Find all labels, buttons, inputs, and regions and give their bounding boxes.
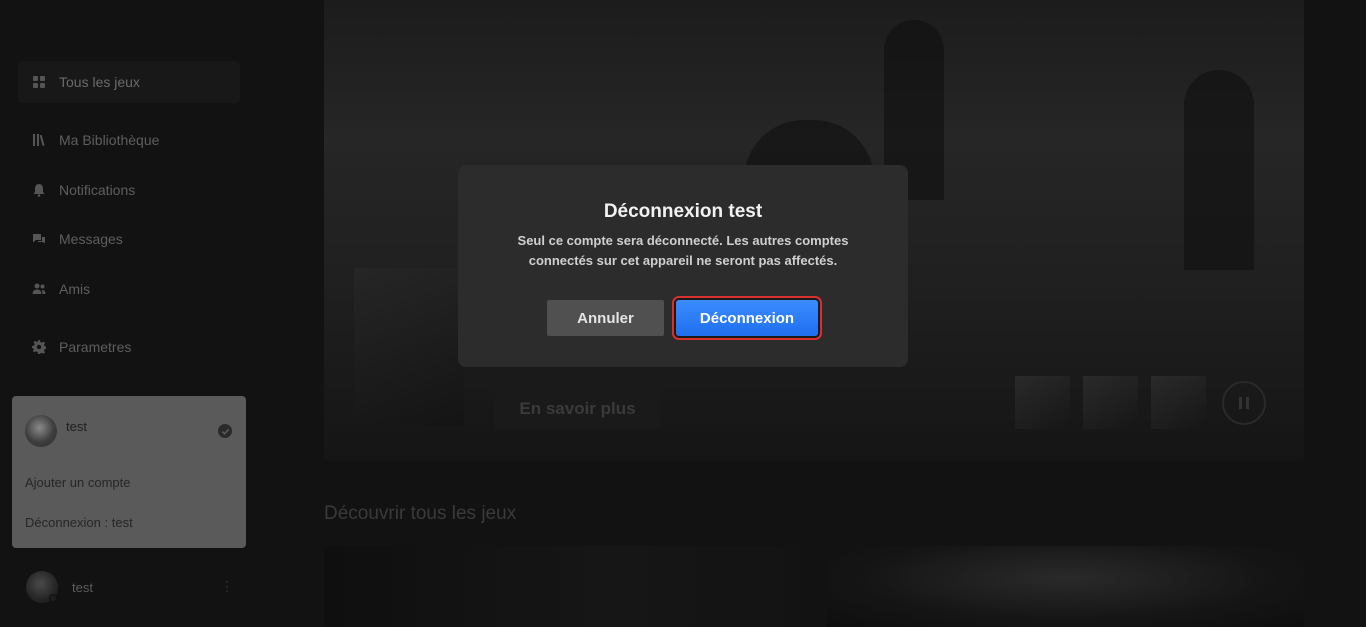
app-window: Tous les jeux Ma Bibliothèque Notificati… <box>0 0 1366 627</box>
grid-icon <box>31 74 47 90</box>
sidebar-item-all-games[interactable]: Tous les jeux <box>18 61 240 103</box>
sidebar-item-settings[interactable]: Parametres <box>18 326 240 368</box>
more-options-icon[interactable]: ⋮ <box>220 579 234 593</box>
current-user[interactable]: test ⋮ <box>26 571 236 605</box>
sidebar-item-label: Amis <box>59 281 91 297</box>
logout-button[interactable]: Déconnexion <box>676 300 818 336</box>
chat-icon <box>31 231 47 247</box>
logout-dialog: Déconnexion test Seul ce compte sera déc… <box>458 165 908 367</box>
check-icon <box>218 424 232 438</box>
sidebar-item-friends[interactable]: Amis <box>18 268 240 310</box>
learn-more-button[interactable]: En savoir plus <box>495 389 660 429</box>
sidebar-item-label: Tous les jeux <box>59 74 140 90</box>
dialog-message: Seul ce compte sera déconnecté. Les autr… <box>517 233 849 268</box>
sidebar-item-label: Messages <box>59 231 123 247</box>
bell-icon <box>31 182 47 198</box>
pause-icon <box>1246 397 1249 409</box>
gear-icon <box>31 339 47 355</box>
sidebar-item-label: Ma Bibliothèque <box>59 132 160 148</box>
sidebar-item-label: Notifications <box>59 182 136 198</box>
sidebar-item-messages[interactable]: Messages <box>18 218 240 260</box>
pause-icon <box>1239 397 1242 409</box>
hero-figure <box>1184 70 1254 270</box>
avatar <box>25 415 57 447</box>
sidebar-item-label: Parametres <box>59 339 132 355</box>
hero-thumbnail[interactable] <box>1151 376 1206 429</box>
sidebar-item-notifications[interactable]: Notifications <box>18 169 240 211</box>
dialog-title: Déconnexion test <box>603 201 763 222</box>
game-cover <box>354 268 464 426</box>
current-username: test <box>72 580 93 595</box>
cancel-button[interactable]: Annuler <box>547 300 664 336</box>
friends-icon <box>31 281 47 297</box>
popup-username: test <box>66 419 87 434</box>
logout-account-link[interactable]: Déconnexion : test <box>25 515 133 530</box>
status-indicator <box>49 594 57 602</box>
game-card[interactable] <box>827 546 1304 627</box>
section-title: Découvrir tous les jeux <box>324 503 517 524</box>
library-icon <box>31 132 47 148</box>
account-popup: test Ajouter un compte Déconnexion : tes… <box>12 396 246 548</box>
sidebar: Tous les jeux Ma Bibliothèque Notificati… <box>0 0 260 627</box>
hero-thumbnail[interactable] <box>1015 376 1070 429</box>
add-account-link[interactable]: Ajouter un compte <box>25 475 131 490</box>
game-card[interactable] <box>324 546 801 627</box>
pause-button[interactable] <box>1222 381 1266 425</box>
sidebar-item-library[interactable]: Ma Bibliothèque <box>18 119 240 161</box>
hero-thumbnail[interactable] <box>1083 376 1138 429</box>
